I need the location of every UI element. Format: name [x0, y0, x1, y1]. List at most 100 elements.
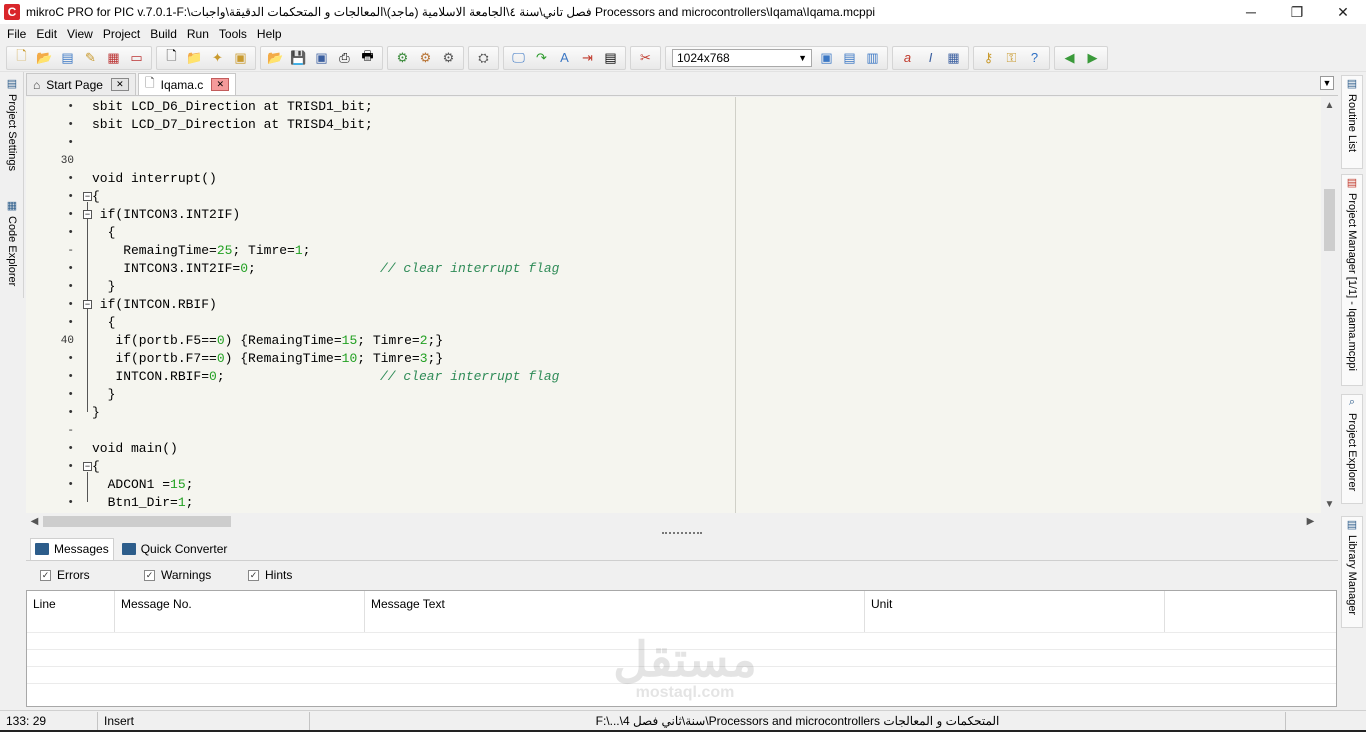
code-line[interactable]: }	[92, 404, 100, 422]
programmer-icon[interactable]: ⛭	[473, 48, 494, 68]
open-file-icon[interactable]: 📁	[184, 48, 205, 68]
mikroc-app-icon[interactable]: C	[4, 4, 20, 20]
save-all-icon[interactable]: ▣	[311, 48, 332, 68]
print-preview-icon[interactable]: ⎙	[334, 48, 355, 68]
close-project-icon[interactable]: ▭	[126, 48, 147, 68]
project-explorer-tab[interactable]: ⌕ Project Explorer	[1341, 394, 1363, 504]
code-line[interactable]: ADCON1 =15;	[92, 476, 194, 494]
new-file-icon[interactable]: 🗋	[161, 48, 182, 68]
code-explorer-tab[interactable]: ▦ Code Explorer	[2, 198, 22, 287]
layout-delete-icon[interactable]: ▥	[862, 48, 883, 68]
back-arrow-icon[interactable]: ◀	[1059, 48, 1080, 68]
print-icon[interactable]: 🖶	[357, 48, 378, 68]
scroll-up-icon[interactable]: ▲	[1321, 97, 1338, 114]
calculator-icon[interactable]: ▤	[600, 48, 621, 68]
step-into-icon[interactable]: ↷	[531, 48, 552, 68]
tab-start-page[interactable]: ⌂ Start Page ✕	[26, 73, 136, 95]
forward-arrow-icon[interactable]: ▶	[1082, 48, 1103, 68]
code-line[interactable]: void main()	[92, 440, 178, 458]
filter-warnings[interactable]: ✓ Warnings	[144, 568, 211, 582]
project-settings-tab[interactable]: ▤ Project Settings	[2, 76, 22, 172]
code-line[interactable]: sbit LCD_D6_Direction at TRISD1_bit;	[92, 98, 373, 116]
save-icon[interactable]: 💾	[288, 48, 309, 68]
build-program-icon[interactable]: ⚙	[438, 48, 459, 68]
key-icon[interactable]: ⚷	[978, 48, 999, 68]
close-tab-icon[interactable]: ✕	[211, 78, 230, 91]
ascii-chart-icon[interactable]: a	[897, 48, 918, 68]
routine-list-tab[interactable]: ▤ Routine List	[1341, 75, 1363, 169]
build-all-icon[interactable]: ⚙	[415, 48, 436, 68]
scroll-right-icon[interactable]: ▶	[1302, 513, 1319, 530]
code-line[interactable]: {	[92, 188, 100, 206]
menu-build[interactable]: Build	[145, 27, 182, 41]
glcd-bitmap-icon[interactable]: ▦	[943, 48, 964, 68]
code-line[interactable]: void interrupt()	[92, 170, 217, 188]
menu-file[interactable]: File	[2, 27, 31, 41]
layout-load-icon[interactable]: ▤	[839, 48, 860, 68]
code-line[interactable]: if(portb.F7==0) {RemaingTime=10; Timre=3…	[92, 350, 443, 368]
export-icon[interactable]: ⇥	[577, 48, 598, 68]
debug-monitor-icon[interactable]: 🖵	[508, 48, 529, 68]
filter-errors[interactable]: ✓ Errors	[40, 568, 90, 582]
minimize-button[interactable]: ─	[1228, 0, 1274, 24]
lcd-designer-icon[interactable]: I	[920, 48, 941, 68]
editor-vertical-scrollbar[interactable]: ▲ ▼	[1321, 97, 1338, 513]
maximize-button[interactable]: ❐	[1274, 0, 1320, 24]
filter-hints[interactable]: ✓ Hints	[248, 568, 292, 582]
close-file-icon[interactable]: ▣	[230, 48, 251, 68]
menu-run[interactable]: Run	[182, 27, 214, 41]
project-settings-icon[interactable]: ▦	[103, 48, 124, 68]
menu-help[interactable]: Help	[252, 27, 287, 41]
column-unit[interactable]: Unit	[865, 591, 1165, 632]
menu-view[interactable]: View	[62, 27, 98, 41]
fold-toggle-icon[interactable]: −	[83, 462, 92, 471]
warnings-checkbox[interactable]: ✓	[144, 569, 155, 581]
library-manager-tab[interactable]: ▤ Library Manager	[1341, 516, 1363, 628]
code-line[interactable]: INTCON3.INT2IF=0;// clear interrupt flag	[92, 260, 559, 278]
hints-checkbox[interactable]: ✓	[248, 569, 259, 581]
project-manager-tab[interactable]: ▤ Project Manager [1/1] - Iqama.mcppi	[1341, 174, 1363, 386]
tabs-dropdown-icon[interactable]: ▼	[1320, 76, 1334, 90]
open-folder-icon[interactable]: 📂	[265, 48, 286, 68]
code-area[interactable]: sbit LCD_D6_Direction at TRISD1_bit; sbit…	[92, 97, 1338, 513]
vertical-scroll-thumb[interactable]	[1324, 189, 1335, 251]
save-project-icon[interactable]: ▤	[57, 48, 78, 68]
open-project-icon[interactable]: 📂	[34, 48, 55, 68]
tab-messages[interactable]: Messages	[30, 537, 114, 560]
horizontal-scroll-thumb[interactable]	[43, 516, 231, 527]
editor-horizontal-scrollbar[interactable]: ◀ ▶	[26, 513, 1322, 530]
code-line[interactable]: if(INTCON3.INT2IF)	[92, 206, 240, 224]
code-line[interactable]: INTCON.RBIF=0;// clear interrupt flag	[92, 368, 559, 386]
errors-checkbox[interactable]: ✓	[40, 569, 51, 581]
tab-quick-converter[interactable]: Quick Converter	[118, 538, 232, 560]
panel-splitter[interactable]	[26, 530, 1338, 536]
text-tool-icon[interactable]: A	[554, 48, 575, 68]
code-line[interactable]: if(INTCON.RBIF)	[92, 296, 217, 314]
fold-toggle-icon[interactable]: −	[83, 300, 92, 309]
column-line[interactable]: Line	[27, 591, 115, 632]
code-line[interactable]: {	[92, 458, 100, 476]
close-button[interactable]: ✕	[1320, 0, 1366, 24]
code-line[interactable]: RemaingTime=25; Timre=1;	[92, 242, 310, 260]
edit-project-icon[interactable]: ✎	[80, 48, 101, 68]
column-message-no[interactable]: Message No.	[115, 591, 365, 632]
code-line[interactable]: }	[92, 386, 116, 404]
menu-edit[interactable]: Edit	[31, 27, 62, 41]
register-icon[interactable]: ⚿	[1001, 48, 1022, 68]
column-message-text[interactable]: Message Text	[365, 591, 865, 632]
code-editor[interactable]: • • • 30 • • • • - • • • • 40 • • • • - • • • • − − − − sbit LCD_D…	[26, 97, 1338, 513]
fold-toggle-icon[interactable]: −	[83, 192, 92, 201]
scroll-left-icon[interactable]: ◀	[26, 513, 43, 530]
resolution-select[interactable]: 1024x768 ▼	[672, 48, 812, 67]
reopen-file-icon[interactable]: ✦	[207, 48, 228, 68]
code-line[interactable]: if(portb.F5==0) {RemaingTime=15; Timre=2…	[92, 332, 443, 350]
menu-tools[interactable]: Tools	[214, 27, 252, 41]
menu-project[interactable]: Project	[98, 27, 145, 41]
code-line[interactable]: Btn1_Dir=1;	[92, 494, 194, 512]
close-tab-icon[interactable]: ✕	[110, 78, 129, 91]
code-line[interactable]: {	[92, 314, 116, 332]
code-line[interactable]: }	[92, 278, 116, 296]
options-icon[interactable]: ✂	[635, 48, 656, 68]
fold-toggle-icon[interactable]: −	[83, 210, 92, 219]
build-icon[interactable]: ⚙	[392, 48, 413, 68]
